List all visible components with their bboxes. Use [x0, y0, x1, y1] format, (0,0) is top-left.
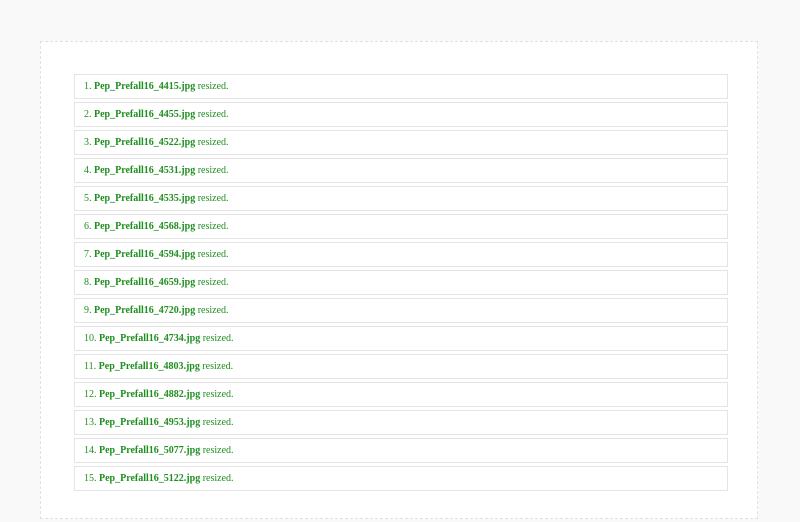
log-item-status: resized. [197, 305, 229, 316]
log-item: 13. Pep_Prefall16_4953.jpg resized. [74, 410, 728, 435]
resize-log-list: 1. Pep_Prefall16_4415.jpg resized. 2. Pe… [74, 74, 728, 494]
log-item-status: resized. [197, 277, 229, 288]
log-item-index: 9. [84, 305, 92, 316]
log-item-index: 8. [84, 277, 92, 288]
log-item-status: resized. [197, 249, 229, 260]
log-item-index: 14. [84, 445, 97, 456]
log-item-filename: Pep_Prefall16_4803.jpg [98, 361, 200, 372]
log-item: 2. Pep_Prefall16_4455.jpg resized. [74, 102, 728, 127]
log-item-filename: Pep_Prefall16_4535.jpg [94, 193, 196, 204]
log-item-index: 11. [84, 361, 97, 372]
log-item: 7. Pep_Prefall16_4594.jpg resized. [74, 242, 728, 267]
log-item-filename: Pep_Prefall16_4882.jpg [99, 389, 201, 400]
log-item: 6. Pep_Prefall16_4568.jpg resized. [74, 214, 728, 239]
log-item-index: 1. [84, 81, 92, 92]
log-item-filename: Pep_Prefall16_4659.jpg [94, 277, 196, 288]
log-item: 12. Pep_Prefall16_4882.jpg resized. [74, 382, 728, 407]
log-item-status: resized. [202, 389, 234, 400]
log-item-index: 5. [84, 193, 92, 204]
log-item-filename: Pep_Prefall16_5122.jpg [99, 473, 201, 484]
log-item-status: resized. [197, 137, 229, 148]
log-item-status: resized. [202, 445, 234, 456]
log-item: 5. Pep_Prefall16_4535.jpg resized. [74, 186, 728, 211]
log-item-status: resized. [197, 165, 229, 176]
log-item-index: 6. [84, 221, 92, 232]
log-item-filename: Pep_Prefall16_4568.jpg [94, 221, 196, 232]
log-item-filename: Pep_Prefall16_4594.jpg [94, 249, 196, 260]
log-item: 11. Pep_Prefall16_4803.jpg resized. [74, 354, 728, 379]
log-item-filename: Pep_Prefall16_4953.jpg [99, 417, 201, 428]
log-item-filename: Pep_Prefall16_4415.jpg [94, 81, 196, 92]
log-item-filename: Pep_Prefall16_4455.jpg [94, 109, 196, 120]
log-item-status: resized. [202, 473, 234, 484]
log-item-index: 2. [84, 109, 92, 120]
log-item-status: resized. [197, 109, 229, 120]
log-item-status: resized. [197, 193, 229, 204]
log-item-index: 15. [84, 473, 97, 484]
log-item: 10. Pep_Prefall16_4734.jpg resized. [74, 326, 728, 351]
log-item: 3. Pep_Prefall16_4522.jpg resized. [74, 130, 728, 155]
log-item-filename: Pep_Prefall16_4522.jpg [94, 137, 196, 148]
log-item: 15. Pep_Prefall16_5122.jpg resized. [74, 466, 728, 491]
log-item: 4. Pep_Prefall16_4531.jpg resized. [74, 158, 728, 183]
log-item-filename: Pep_Prefall16_4734.jpg [99, 333, 201, 344]
log-item: 9. Pep_Prefall16_4720.jpg resized. [74, 298, 728, 323]
log-item-status: resized. [202, 417, 234, 428]
log-item-filename: Pep_Prefall16_4531.jpg [94, 165, 196, 176]
log-item: 14. Pep_Prefall16_5077.jpg resized. [74, 438, 728, 463]
results-panel: 1. Pep_Prefall16_4415.jpg resized. 2. Pe… [40, 41, 758, 519]
log-item-filename: Pep_Prefall16_5077.jpg [99, 445, 201, 456]
log-item-index: 7. [84, 249, 92, 260]
log-item-index: 12. [84, 389, 97, 400]
log-item-index: 3. [84, 137, 92, 148]
log-item-status: resized. [202, 333, 234, 344]
log-item-status: resized. [202, 361, 234, 372]
log-item: 8. Pep_Prefall16_4659.jpg resized. [74, 270, 728, 295]
log-item-status: resized. [197, 221, 229, 232]
log-item-index: 4. [84, 165, 92, 176]
log-item-status: resized. [197, 81, 229, 92]
log-item-filename: Pep_Prefall16_4720.jpg [94, 305, 196, 316]
log-item-index: 13. [84, 417, 97, 428]
log-item: 1. Pep_Prefall16_4415.jpg resized. [74, 74, 728, 99]
log-item-index: 10. [84, 333, 97, 344]
